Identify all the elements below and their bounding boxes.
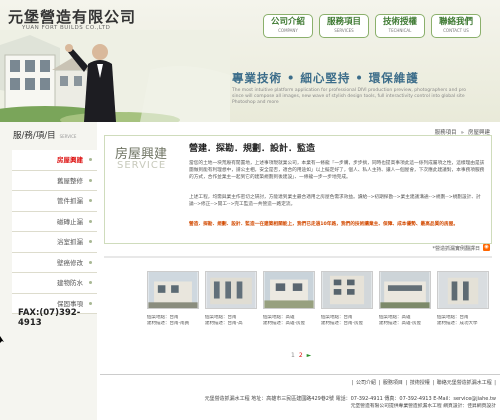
footer-links: | 公司介紹 | 服務項目 | 技術授權 | 聯絡元堡營造抓漏水工程 | [351,380,496,386]
case-thumbnail [263,271,315,309]
case-gallery: 個案地點：台南 建材描述：台南-南員 個案地點：台南 建材描述：台南-高 個案地… [147,271,491,343]
nav-label-en: SERVICES [334,28,354,33]
mouse-cursor-icon [0,336,4,343]
nav-label: 服務項目 [326,17,361,27]
nav-technical[interactable]: 技術授權 TECHNICAL [375,14,425,38]
sidebar-item-pipe-leak[interactable]: 管件抓漏 [12,191,97,212]
service-title-en: SERVICE [117,160,167,171]
case-thumbnail [437,271,489,309]
case-thumbnail [321,271,373,309]
header-illustration [0,30,230,122]
case-description: 建材描述：台南-高 [205,321,243,326]
page-2-link[interactable]: 2 [299,352,303,359]
nav-label-en: TECHNICAL [388,28,412,33]
sidebar-menu: 房屋興建 舊屋整修 管件抓漏 磁磚止漏 浴室抓漏 壁癌修改 建物防水 保固事項 [12,150,97,314]
case-description: 建材描述：台南-南員 [147,321,190,326]
case-item[interactable]: 個案地點：台南 建材描述：台南-高 [205,271,257,341]
sidebar-item-wall-cancer[interactable]: 壁癌修改 [12,252,97,273]
sidebar-item-tile-leak[interactable]: 磁磚止漏 [12,211,97,232]
footer-link-technical[interactable]: 技術授權 [410,380,430,386]
footer-copyright-text: 元堡營造有限公司提供專業營造抓漏水工程 網頁設計：佳昇網頁設計 [350,404,496,409]
divider [104,256,492,258]
header-slogan: 專業技術 • 細心堅持 • 環保維護 [232,71,419,85]
case-description: 建材描述：高雄-房屋 [263,321,306,326]
case-item[interactable]: 個案地點：高雄 建材描述：高雄-房屋 [263,271,315,341]
nav-label-en: CONTACT US [443,28,469,33]
case-item[interactable]: 個案地點：台南 建材描述：成功大學 [437,271,489,341]
nav-services[interactable]: 服務項目 SERVICES [319,14,369,38]
nav-label: 聯絡我們 [438,17,473,27]
footer-link-company[interactable]: 公司介紹 [356,380,376,386]
case-item[interactable]: 個案地點：台南 建材描述：台南-南員 [147,271,199,341]
service-paragraph-highlight: 營造．探勘．規劃．設計．監造一在建築相關能上，我們已走過10年路，我們的技術讓業… [189,222,459,227]
sidebar-title-en: SERVICE [59,134,77,139]
company-logo-english: YUAN FORT BUILDS CO.,LTD [22,25,111,31]
case-thumbnail [379,271,431,309]
nav-label: 公司介紹 [270,17,305,27]
sidebar-item-bathroom-leak[interactable]: 浴室抓漏 [12,232,97,253]
service-content: 房屋興建 SERVICE 營建．探勘．規劃．設計．監造 當您的土地一块荒廢有閒置… [104,135,492,244]
case-description: 建材描述：成功大學 [437,321,478,326]
footer-divider [100,374,500,375]
nav-company[interactable]: 公司介紹 COMPANY [263,14,313,38]
footer-copyright: 元堡營造有限公司提供專業營造抓漏水工程 網頁設計：佳昇網頁設計 [351,404,496,410]
header: 元堡營造有限公司 YUAN FORT BUILDS CO.,LTD 公司介紹 C… [0,0,500,122]
case-item[interactable]: 個案地點：高雄 建材描述：高雄-房屋 [379,271,431,341]
case-description: 建材描述：台南-房屋 [321,321,364,326]
next-page-icon[interactable]: ► [307,352,312,359]
case-description: 建材描述：高雄-房屋 [379,321,422,326]
sidebar: 服/務/項/目 SERVICE 房屋興建 舊屋整修 管件抓漏 磁磚止漏 浴室抓漏 … [0,122,97,420]
sidebar-title-text: 服/務/項/目 [13,131,56,141]
page-1-link[interactable]: 1 [291,352,295,359]
main-nav: 公司介紹 COMPANY 服務項目 SERVICES 技術授權 TECHNICA… [263,14,481,40]
case-thumbnail [205,271,257,309]
footer-link-services[interactable]: 服務項目 [383,380,403,386]
footer-link-contact[interactable]: 聯絡元堡營造抓漏水工程 [437,380,492,386]
service-paragraph-2: 上述工程，均需與業主作密切之研討，方能達到業主最合適用之房屋色需求效益。讀給--… [189,195,481,207]
cases-link[interactable]: *營造抓漏實例翻譯日 [432,245,480,252]
sidebar-item-waterproofing[interactable]: 建物防水 [12,273,97,294]
case-thumbnail [147,271,199,309]
nav-label: 技術授權 [382,17,417,27]
page: 元堡營造有限公司 YUAN FORT BUILDS CO.,LTD 公司介紹 C… [0,0,500,420]
nav-label-en: COMPANY [278,28,298,33]
service-heading: 營建．探勘．規劃．設計．監造 [189,144,316,154]
sidebar-item-house-construction[interactable]: 房屋興建 [12,150,97,171]
sidebar-item-renovation[interactable]: 舊屋整修 [12,170,97,191]
case-item[interactable]: 個案地點：台南 建材描述：台南-房屋 [321,271,373,341]
sidebar-title: 服/務/項/目 SERVICE [13,129,76,141]
pagination: 1 2 ► [291,352,311,359]
service-paragraph-1: 當您的土地一块荒廢有閒置地，上述事項現就業公司，本業有一條龍『一步購，步步搞，同… [189,161,485,180]
footer-address: 元堡營造抓漏水工程 地址：高雄市三民區建國路429巷2號 電話：07-392-4… [204,396,496,402]
nav-contact[interactable]: 聯絡我們 CONTACT US [431,14,481,38]
company-logo-text[interactable]: 元堡營造有限公司 [8,6,136,27]
header-description: The most intuitive platform application … [232,88,467,105]
rss-icon[interactable]: ◉ [483,244,490,251]
fax-number: FAX:(07)392-4913 [18,308,81,328]
